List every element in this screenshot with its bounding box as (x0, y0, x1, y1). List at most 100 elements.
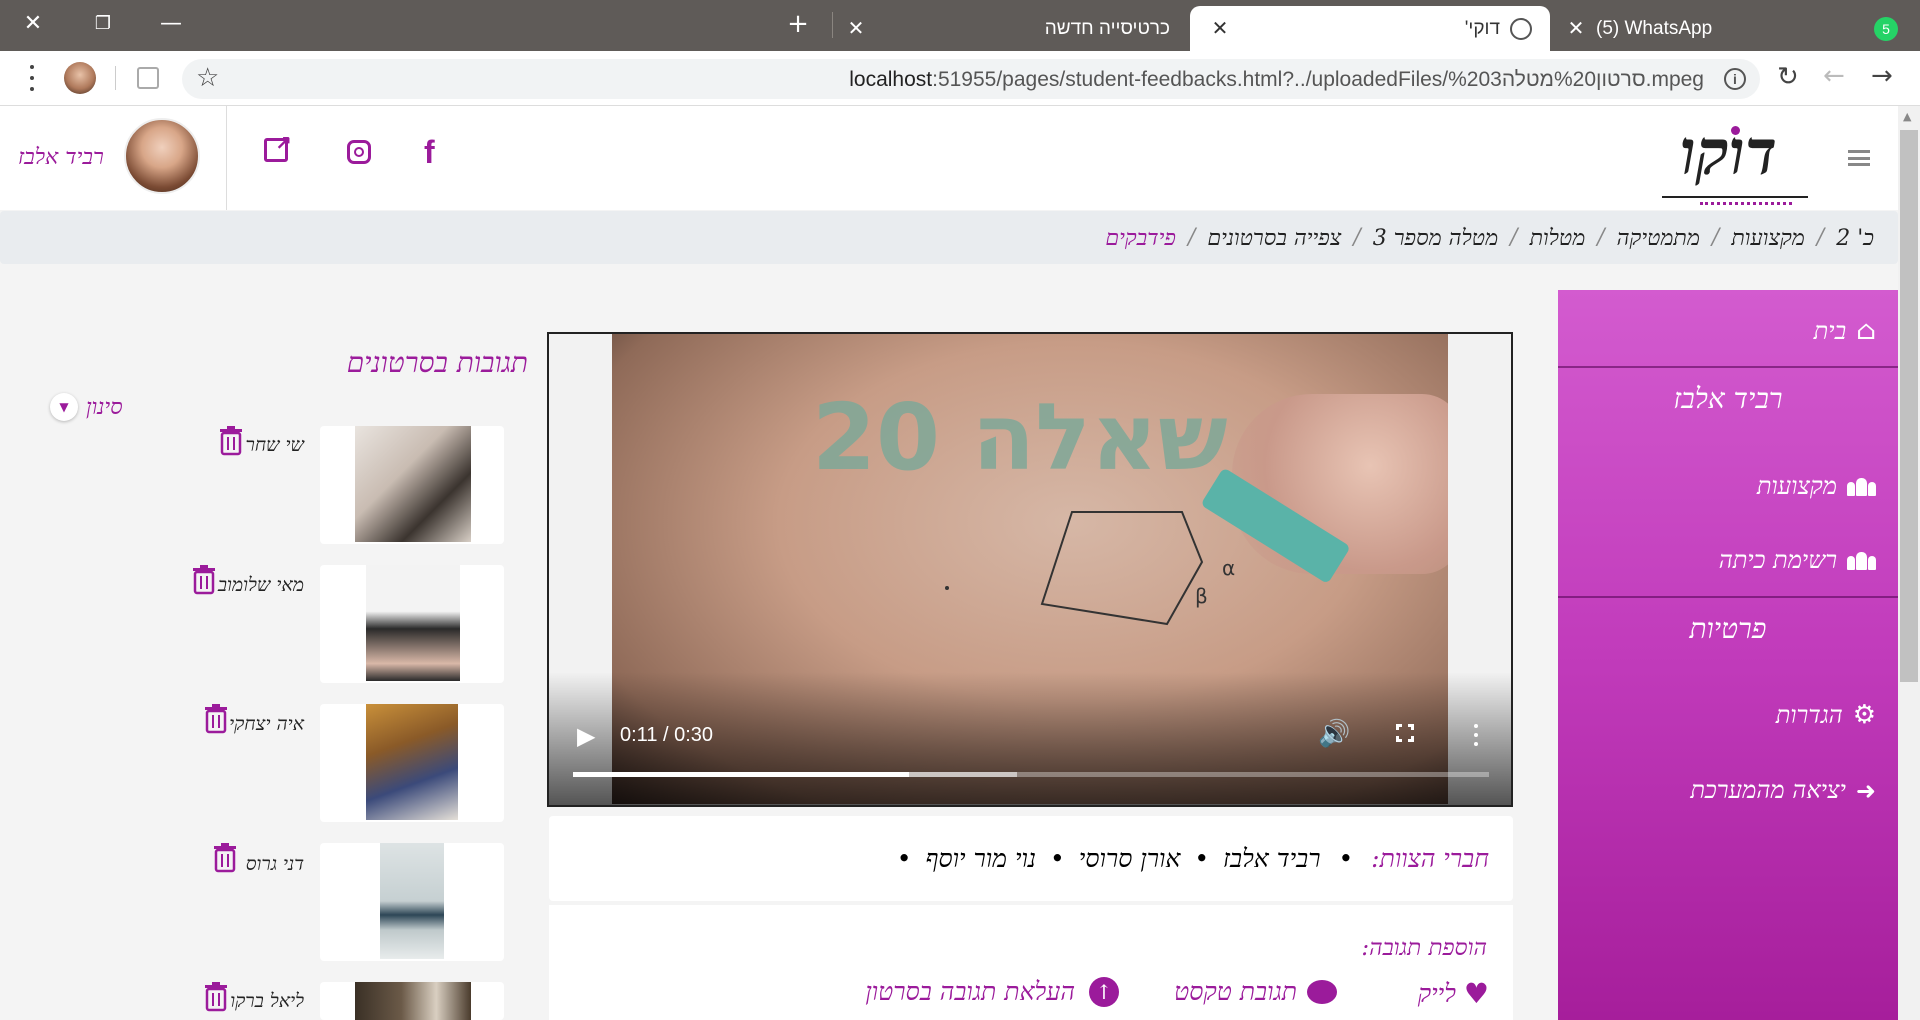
sidebar-item-label: יציאה מהמערכת (1690, 776, 1846, 804)
site-info-icon[interactable]: i (1724, 68, 1746, 90)
menu-dots-icon[interactable] (28, 65, 36, 91)
back-arrow-icon[interactable]: ← (1823, 61, 1845, 91)
toolbar-divider (115, 66, 116, 90)
feedback-thumbnail[interactable] (355, 426, 471, 542)
upload-video-reply-button[interactable]: ↑ העלאת תגובה בסרטון (865, 977, 1119, 1007)
fullscreen-icon[interactable] (1396, 724, 1414, 742)
feedback-thumbnail[interactable] (366, 704, 458, 820)
trash-icon[interactable] (219, 426, 243, 456)
loading-circle-icon (1510, 17, 1532, 40)
user-avatar[interactable] (124, 118, 200, 194)
feedback-author: שי שחר (245, 434, 304, 456)
like-button[interactable]: ♥ לייק (1418, 977, 1489, 1010)
filter-dropdown[interactable]: ▼ סינון (50, 393, 123, 421)
feedback-author: דני גרוס (245, 853, 304, 875)
users-icon (1847, 477, 1876, 496)
angle-alpha-label: α (1222, 556, 1236, 580)
tab-divider (832, 12, 833, 38)
tab-duko[interactable]: ✕ 'דוקי (1190, 6, 1550, 51)
trash-icon[interactable] (204, 704, 228, 734)
minimize-window-icon[interactable]: — (157, 10, 185, 38)
tab-whatsapp[interactable]: ✕ (5) WhatsApp 5 (1552, 6, 1912, 51)
member-bullet: • (1194, 844, 1210, 873)
sidebar: ⌂ בית רביד אלבז מקצועות רשימת כיתה פרטיו… (1558, 290, 1898, 1020)
facebook-icon[interactable]: f (424, 134, 435, 171)
feedback-thumbnail[interactable] (380, 843, 444, 959)
external-link-icon[interactable]: ↗ (264, 131, 292, 162)
breadcrumb-separator: / (1187, 225, 1196, 250)
forward-arrow-icon[interactable]: → (1871, 61, 1893, 91)
add-feedback-label: הוספת תגובה: (1361, 935, 1487, 961)
instagram-icon[interactable] (347, 140, 371, 164)
member-name: רביד אלבז (1223, 844, 1321, 873)
feedback-author: איה יצחקי (229, 713, 304, 735)
profile-avatar[interactable] (64, 62, 96, 94)
extension-icon[interactable] (137, 67, 159, 89)
tab-new-tab[interactable]: ✕ כרטיסייה חדשה (838, 6, 1188, 51)
chevron-down-icon: ▼ (50, 393, 78, 421)
feedback-thumbnail[interactable] (355, 982, 471, 1020)
more-options-icon[interactable] (1474, 724, 1478, 746)
sidebar-item-label: בית (1813, 316, 1847, 345)
filter-label: סינון (86, 395, 123, 420)
sidebar-item-settings[interactable]: ⚙ הגדרות (1776, 700, 1876, 730)
volume-icon[interactable]: 🔊 (1318, 718, 1350, 749)
home-icon: ⌂ (1856, 316, 1876, 346)
comment-icon (1307, 980, 1337, 1004)
trash-icon[interactable] (213, 843, 237, 873)
breadcrumb-view-videos[interactable]: צפייה בסרטונים (1207, 225, 1341, 251)
page-scrollbar-thumb[interactable] (1900, 130, 1918, 682)
sidebar-item-label: הגדרות (1775, 700, 1843, 729)
sidebar-item-class-list[interactable]: רשימת כיתה (1719, 546, 1876, 575)
video-progress-bar[interactable] (573, 772, 1489, 777)
sidebar-user-name: רביד אלבז (1673, 382, 1783, 415)
url-bar[interactable]: ☆ localhost:51955/pages/student-feedback… (182, 59, 1760, 99)
close-tab-icon[interactable]: ✕ (844, 16, 868, 41)
new-tab-button[interactable]: + (784, 10, 812, 38)
breadcrumb-separator: / (1816, 225, 1825, 250)
sign-out-icon: ➜ (1855, 776, 1876, 805)
user-name: רביד אלבז (18, 145, 104, 170)
breadcrumb: כ' 2 / מקצועות / מתמטיקה / מטלות / מטלה … (0, 211, 1898, 264)
browser-toolbar: ☆ localhost:51955/pages/student-feedback… (0, 51, 1920, 106)
page-header: דוקו f ↗ רביד אלבז (0, 106, 1898, 210)
sidebar-item-logout[interactable]: ➜ יציאה מהמערכת (1690, 776, 1876, 805)
team-members-label: חברי הצוות: (1371, 844, 1489, 873)
restore-window-icon[interactable]: ❐ (89, 10, 117, 38)
sidebar-item-subjects[interactable]: מקצועות (1757, 472, 1876, 501)
feedback-author: ליאל ברקו (230, 990, 304, 1012)
feedback-thumbnail[interactable] (366, 565, 460, 681)
breadcrumb-subjects[interactable]: מקצועות (1731, 225, 1804, 251)
gear-icon: ⚙ (1852, 700, 1876, 730)
member-name: אורן סרוסי (1078, 844, 1181, 873)
breadcrumb-class[interactable]: כ' 2 (1836, 225, 1874, 251)
breadcrumb-tasks[interactable]: מטלות (1530, 225, 1586, 251)
scroll-up-arrow-icon[interactable]: ▲ (1903, 110, 1911, 123)
site-logo[interactable]: דוקו (1660, 116, 1810, 206)
url-text: localhost:51955/pages/student-feedbacks.… (849, 68, 1704, 91)
header-divider (226, 106, 227, 210)
trash-icon[interactable] (204, 982, 228, 1012)
play-icon[interactable]: ▶ (577, 722, 595, 751)
breadcrumb-task-3[interactable]: מטלה מספר 3 (1373, 225, 1498, 251)
sidebar-section-personal: פרטיות (1689, 612, 1767, 645)
trash-icon[interactable] (192, 565, 216, 595)
upload-reply-label: העלאת תגובה בסרטון (865, 977, 1075, 1006)
upload-circle-icon: ↑ (1089, 977, 1119, 1007)
feedbacks-title: תגובות בסרטונים (346, 346, 528, 379)
sidebar-item-label: מקצועות (1756, 472, 1837, 500)
add-feedback-panel: הוספת תגובה: ♥ לייק תגובת טקסט ↑ העלאת ת… (549, 905, 1513, 1020)
team-members: חברי הצוות: • רביד אלבז • אורן סרוסי • נ… (549, 816, 1513, 901)
sidebar-item-home[interactable]: ⌂ בית (1814, 316, 1876, 346)
text-reply-button[interactable]: תגובת טקסט (1174, 977, 1337, 1007)
close-window-icon[interactable]: ✕ (19, 10, 47, 38)
close-tab-icon[interactable]: ✕ (1564, 16, 1588, 41)
tab-label: כרטיסייה חדשה (1044, 17, 1170, 39)
reload-icon[interactable]: ↻ (1777, 62, 1799, 92)
hamburger-menu-icon[interactable] (1848, 150, 1870, 166)
close-tab-icon[interactable]: ✕ (1208, 16, 1232, 41)
video-played (573, 772, 910, 777)
member-bullet: • (896, 844, 912, 873)
breadcrumb-math[interactable]: מתמטיקה (1617, 225, 1700, 251)
bookmark-star-icon[interactable]: ☆ (196, 63, 219, 93)
